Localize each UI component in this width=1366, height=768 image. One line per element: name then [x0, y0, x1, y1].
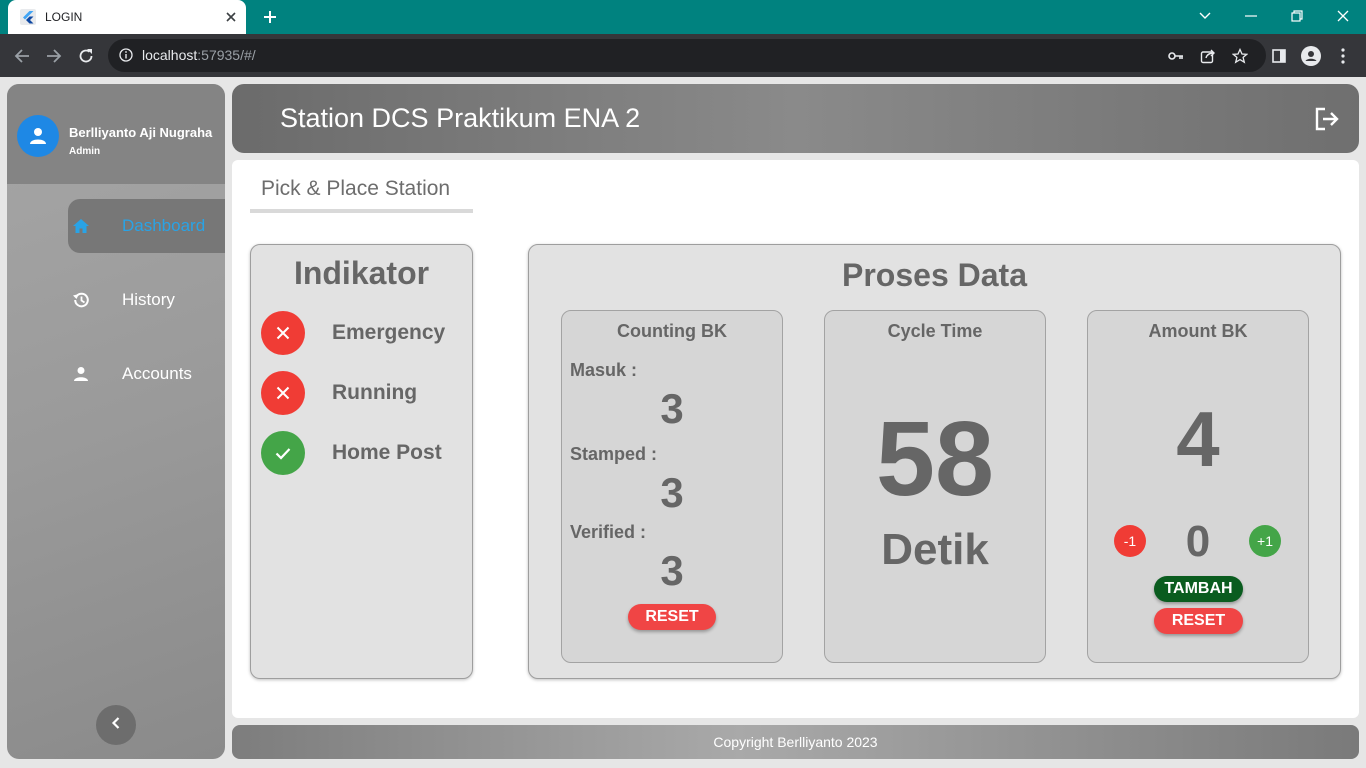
url-host: localhost: [142, 47, 198, 63]
flutter-favicon-icon: [20, 9, 36, 25]
proses-data-panel: Proses Data Counting BK Masuk : 3 Stampe…: [528, 244, 1341, 679]
tab-label: Pick & Place Station: [261, 177, 451, 200]
menu-kebab-icon[interactable]: [1331, 44, 1355, 68]
cycle-time-card: Cycle Time 58 Detik: [824, 310, 1046, 663]
indikator-title: Indikator: [293, 255, 430, 291]
increment-button[interactable]: +1: [1249, 525, 1281, 557]
proses-data-title: Proses Data: [842, 257, 1027, 293]
indicator-running: Running: [261, 371, 461, 415]
sidebar-item-accounts[interactable]: Accounts: [68, 347, 225, 401]
sidebar-item-label: History: [122, 290, 175, 309]
site-info-icon[interactable]: [118, 47, 134, 63]
card-title: Amount BK: [1148, 321, 1248, 341]
home-icon: [70, 215, 92, 237]
status-off-icon: [261, 371, 305, 415]
app-root: Berlliyanto Aji Nugraha Admin Dashboard …: [0, 77, 1366, 768]
address-bar[interactable]: localhost:57935/#/: [108, 39, 1266, 72]
footer: Copyright Berlliyanto 2023: [232, 725, 1359, 759]
reload-icon[interactable]: [74, 44, 98, 68]
user-panel: Berlliyanto Aji Nugraha Admin: [7, 84, 225, 184]
browser-toolbar: localhost:57935/#/: [0, 34, 1366, 77]
tambah-button[interactable]: TAMBAH: [1154, 576, 1243, 602]
tab-title: LOGIN: [45, 10, 83, 24]
profile-icon[interactable]: [1299, 44, 1323, 68]
user-name: Berlliyanto Aji Nugraha: [69, 125, 213, 140]
url-text: localhost:57935/#/: [142, 47, 256, 63]
cycle-time-unit: Detik: [881, 525, 989, 574]
sidebar-item-history[interactable]: History: [68, 273, 225, 327]
tab-pick-place-station[interactable]: Pick & Place Station: [250, 177, 473, 214]
indicator-home-post: Home Post: [261, 431, 461, 475]
verified-value: 3: [660, 547, 684, 594]
tab-underline: [250, 209, 473, 213]
sidebar: Berlliyanto Aji Nugraha Admin Dashboard …: [7, 84, 225, 759]
side-panel-icon[interactable]: [1267, 44, 1291, 68]
stamped-value: 3: [660, 469, 684, 516]
indicator-emergency: Emergency: [261, 311, 461, 355]
amount-reset-button[interactable]: RESET: [1154, 608, 1243, 634]
minimize-icon[interactable]: [1239, 4, 1263, 28]
masuk-label: Masuk :: [570, 360, 638, 380]
back-arrow-icon[interactable]: [10, 44, 34, 68]
status-on-check-icon: [261, 431, 305, 475]
amount-bk-card: Amount BK 4 -1 0 +1 TAMBAH RESET: [1087, 310, 1309, 663]
tab-close-icon[interactable]: [222, 8, 240, 26]
app-header: Station DCS Praktikum ENA 2: [232, 84, 1359, 153]
card-title: Counting BK: [617, 321, 727, 341]
user-role: Admin: [69, 146, 101, 157]
forward-arrow-icon[interactable]: [42, 44, 66, 68]
verified-label: Verified :: [570, 522, 647, 542]
indicator-label: Home Post: [332, 441, 442, 464]
cycle-time-value: 58: [876, 400, 994, 518]
sidebar-item-dashboard[interactable]: Dashboard: [68, 199, 225, 253]
amount-value: 4: [1176, 395, 1220, 483]
person-icon: [70, 363, 92, 385]
copyright-text: Copyright Berlliyanto 2023: [713, 734, 878, 750]
bookmark-star-icon[interactable]: [1230, 46, 1250, 66]
logout-icon[interactable]: [1313, 105, 1341, 133]
indicator-label: Running: [332, 381, 418, 404]
sidebar-item-label: Accounts: [122, 364, 192, 383]
sidebar-item-label: Dashboard: [122, 216, 206, 235]
restore-icon[interactable]: [1285, 4, 1309, 28]
indicator-label: Emergency: [332, 321, 446, 344]
key-icon[interactable]: [1166, 46, 1186, 66]
browser-tab-strip: LOGIN: [0, 0, 1366, 34]
page-title: Station DCS Praktikum ENA 2: [280, 103, 641, 133]
close-window-icon[interactable]: [1331, 4, 1355, 28]
masuk-value: 3: [660, 385, 684, 432]
collapse-sidebar-button[interactable]: [96, 705, 136, 745]
url-path: :57935/#/: [197, 47, 256, 63]
counting-reset-button[interactable]: RESET: [628, 604, 716, 630]
status-off-icon: [261, 311, 305, 355]
history-icon: [70, 289, 92, 311]
avatar[interactable]: [17, 115, 59, 157]
main-content: Pick & Place Station Indikator Emergency…: [232, 160, 1359, 718]
stamped-label: Stamped :: [570, 444, 658, 464]
chevron-left-icon: [111, 716, 121, 734]
card-title: Cycle Time: [887, 321, 983, 341]
new-tab-icon[interactable]: [258, 6, 282, 28]
indikator-panel: Indikator Emergency Running Home Post: [250, 244, 473, 679]
browser-tab[interactable]: LOGIN: [8, 0, 246, 34]
tab-search-icon[interactable]: [1193, 4, 1217, 28]
counting-bk-card: Counting BK Masuk : 3 Stamped : 3 Verifi…: [561, 310, 783, 663]
share-icon[interactable]: [1198, 46, 1218, 66]
